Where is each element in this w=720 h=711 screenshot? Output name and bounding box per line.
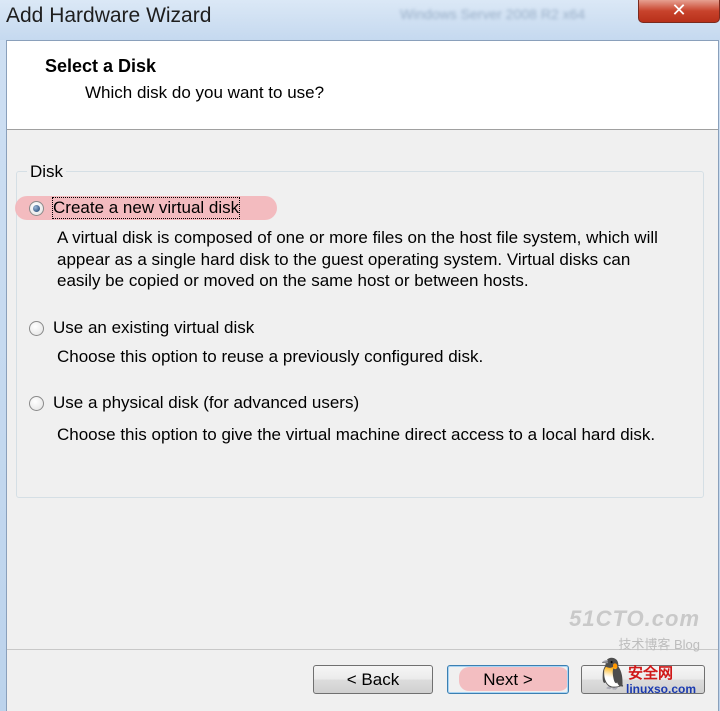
close-button[interactable]: ✕ bbox=[638, 0, 720, 23]
background-window-title: Windows Server 2008 R2 x64 bbox=[400, 6, 586, 22]
option-label-create-new[interactable]: Create a new virtual disk bbox=[51, 197, 241, 219]
radio-create-new-virtual-disk[interactable] bbox=[29, 201, 44, 216]
option-description-use-existing: Choose this option to reuse a previously… bbox=[57, 347, 484, 366]
disk-group-label: Disk bbox=[27, 162, 67, 182]
wizard-body: Select a Disk Which disk do you want to … bbox=[6, 40, 719, 711]
option-label-use-existing[interactable]: Use an existing virtual disk bbox=[53, 318, 254, 338]
next-button[interactable]: Next > bbox=[447, 665, 569, 694]
wizard-header: Select a Disk Which disk do you want to … bbox=[7, 41, 718, 130]
option-label-use-physical[interactable]: Use a physical disk (for advanced users) bbox=[53, 393, 359, 413]
close-icon: ✕ bbox=[671, 0, 687, 20]
window-title: Add Hardware Wizard bbox=[6, 4, 212, 27]
title-bar[interactable]: Add Hardware Wizard Windows Server 2008 … bbox=[0, 0, 720, 40]
page-title: Select a Disk bbox=[45, 56, 157, 76]
cancel-button-partial[interactable] bbox=[581, 665, 705, 694]
footer-divider bbox=[7, 649, 718, 650]
back-button[interactable]: < Back bbox=[313, 665, 433, 694]
option-description-use-physical: Choose this option to give the virtual m… bbox=[57, 425, 656, 444]
radio-use-existing-virtual-disk[interactable] bbox=[29, 321, 44, 336]
radio-use-physical-disk[interactable] bbox=[29, 396, 44, 411]
page-subtitle: Which disk do you want to use? bbox=[85, 83, 325, 102]
option-description-create-new: A virtual disk is composed of one or mor… bbox=[57, 228, 658, 290]
wizard-window: Add Hardware Wizard Windows Server 2008 … bbox=[0, 0, 720, 711]
next-button-label: Next > bbox=[483, 670, 533, 689]
